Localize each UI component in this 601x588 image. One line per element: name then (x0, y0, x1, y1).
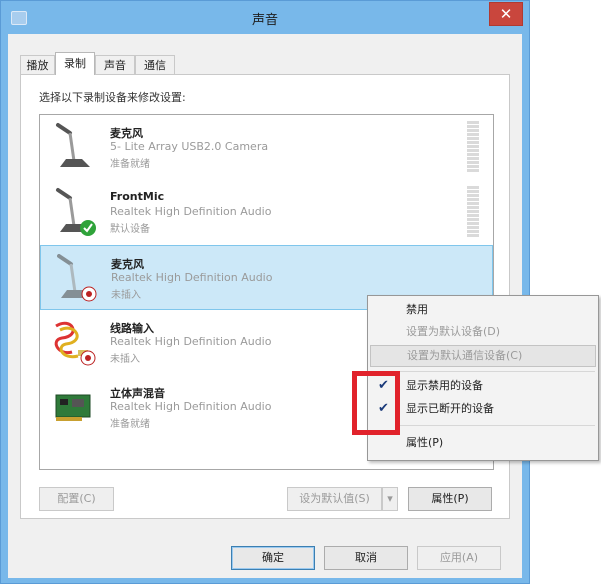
device-status: 准备就绪 (110, 419, 150, 430)
device-status: 未插入 (111, 290, 141, 301)
apply-button[interactable]: 应用(A) (417, 546, 501, 570)
close-button[interactable]: ✕ (489, 2, 523, 26)
menu-item-disable[interactable]: 禁用 (370, 299, 596, 321)
menu-item-label: 显示禁用的设备 (406, 379, 483, 392)
menu-item-label: 设置为默认设备(D) (406, 325, 501, 338)
device-name: 麦克风 (111, 258, 144, 271)
device-description: Realtek High Definition Audio (111, 271, 273, 284)
level-meter (467, 186, 479, 238)
set-default-dropdown-button[interactable]: ▾ (382, 487, 398, 511)
menu-item-set-default-device[interactable]: 设置为默认设备(D) (370, 321, 596, 343)
title-bar[interactable]: 声音 ✕ (1, 1, 529, 34)
device-description: Realtek High Definition Audio (110, 205, 272, 218)
device-item[interactable]: FrontMic Realtek High Definition Audio 默… (40, 180, 493, 245)
device-status: 默认设备 (110, 224, 150, 235)
unplugged-badge-icon (80, 350, 96, 366)
tab-playback[interactable]: 播放 (20, 55, 55, 74)
context-menu: 禁用 设置为默认设备(D) 设置为默认通信设备(C) ✔ 显示禁用的设备 ✔ 显… (367, 295, 599, 461)
device-description: Realtek High Definition Audio (110, 335, 272, 348)
set-default-button[interactable]: 设为默认值(S) (287, 487, 382, 511)
microphone-icon (56, 188, 96, 236)
menu-item-show-disabled-devices[interactable]: ✔ 显示禁用的设备 (370, 375, 596, 397)
sound-dialog-window: 声音 ✕ 播放 录制 声音 通信 选择以下录制设备来修改设置: 麦克风 5- L… (0, 0, 530, 584)
device-item[interactable]: 麦克风 5- Lite Array USB2.0 Camera 准备就绪 (40, 115, 493, 180)
window-title: 声音 (251, 13, 278, 28)
menu-item-show-disconnected-devices[interactable]: ✔ 显示已断开的设备 (370, 398, 596, 420)
menu-item-label: 显示已断开的设备 (406, 402, 494, 415)
ok-button[interactable]: 确定 (231, 546, 315, 570)
device-name: 麦克风 (110, 127, 143, 140)
tab-communications[interactable]: 通信 (135, 55, 175, 74)
device-status: 未插入 (110, 354, 140, 365)
configure-button[interactable]: 配置(C) (39, 487, 114, 511)
device-name: FrontMic (110, 190, 165, 203)
device-name: 线路输入 (110, 322, 154, 335)
tab-sounds[interactable]: 声音 (95, 55, 135, 74)
level-meter (467, 121, 479, 173)
menu-item-label: 禁用 (406, 303, 428, 316)
device-description: Realtek High Definition Audio (110, 400, 272, 413)
properties-button[interactable]: 属性(P) (408, 487, 492, 511)
instruction-text: 选择以下录制设备来修改设置: (39, 91, 186, 104)
menu-separator (398, 371, 595, 372)
menu-item-label: 属性(P) (406, 436, 444, 449)
microphone-icon (56, 123, 90, 167)
device-name: 立体声混音 (110, 387, 165, 400)
sound-card-icon (55, 394, 91, 421)
tab-recording[interactable]: 录制 (55, 52, 95, 75)
device-status: 准备就绪 (110, 159, 150, 170)
menu-item-label: 设置为默认通信设备(C) (407, 349, 523, 362)
red-highlight-box (352, 371, 400, 435)
device-description: 5- Lite Array USB2.0 Camera (110, 140, 269, 153)
menu-item-set-default-comm-device[interactable]: 设置为默认通信设备(C) (370, 345, 596, 367)
unplugged-badge-icon (81, 286, 97, 302)
menu-item-properties[interactable]: 属性(P) (370, 432, 596, 454)
menu-separator (398, 425, 595, 426)
cancel-button[interactable]: 取消 (324, 546, 408, 570)
